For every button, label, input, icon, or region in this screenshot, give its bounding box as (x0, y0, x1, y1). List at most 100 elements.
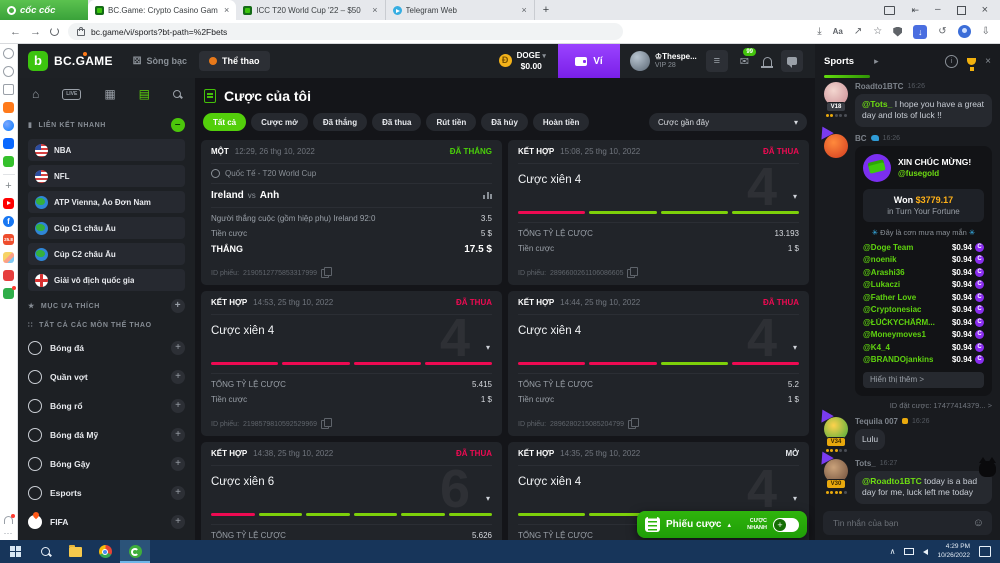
file-explorer[interactable] (60, 540, 90, 563)
share-icon[interactable]: ↗ (854, 26, 862, 37)
url-field[interactable]: bc.game/vi/sports?bt-path=%2Fbets (68, 23, 623, 40)
translate-icon[interactable]: Aa (833, 27, 843, 36)
maximize-button[interactable] (957, 6, 966, 15)
tab-close-icon[interactable]: × (522, 5, 527, 15)
chat-username[interactable]: Tequila 007 (855, 417, 898, 426)
winner-username[interactable]: @noenik (863, 255, 897, 264)
facebook-icon[interactable]: f (3, 216, 14, 227)
sport-item[interactable]: FIFA + (28, 510, 185, 534)
taskbar-search[interactable] (30, 540, 60, 563)
games-icon[interactable] (3, 156, 14, 167)
reload-button[interactable] (50, 27, 59, 36)
new-tab-button[interactable]: + (543, 4, 549, 16)
expand-caret-icon[interactable]: ▾ (486, 494, 490, 503)
brand-name[interactable]: BC.GAME (54, 54, 113, 68)
sync-icon[interactable]: ↺ (938, 26, 946, 37)
expand-sport-button[interactable]: + (171, 341, 185, 355)
capture-icon[interactable] (884, 6, 895, 15)
minimize-button[interactable]: – (935, 7, 941, 13)
stats-icon[interactable] (483, 192, 492, 199)
winner-username[interactable]: @Father Love (863, 293, 916, 302)
filter-pill[interactable]: Tất cả (203, 113, 246, 131)
zalo-icon[interactable] (3, 138, 14, 149)
winner-username[interactable]: @Cryptonesiac (863, 305, 921, 314)
expand-sport-button[interactable]: + (171, 370, 185, 384)
chat-room-label[interactable]: Sports (824, 56, 854, 67)
hot-trending-icon[interactable] (3, 102, 14, 113)
expand-sport-button[interactable]: + (171, 428, 185, 442)
winner-username[interactable]: @BRANDOjankins (863, 355, 933, 364)
quick-bet-toggle[interactable]: + (773, 518, 799, 532)
sport-item[interactable]: Quần vợt + (28, 365, 185, 389)
betslip-button[interactable]: Phiếu cược ▴ CƯỢC NHANH + (637, 511, 807, 538)
sort-dropdown[interactable]: Cược gần đây ▾ (649, 113, 807, 131)
chevron-right-icon[interactable]: ▸ (874, 56, 879, 67)
collapse-button[interactable]: – (171, 118, 185, 132)
bookmark-star-icon[interactable]: ☆ (873, 26, 882, 37)
messenger-icon[interactable] (3, 120, 14, 131)
tab-close-icon[interactable]: × (372, 5, 377, 15)
expand-sport-button[interactable]: + (171, 486, 185, 500)
sport-item[interactable]: Bóng rổ + (28, 394, 185, 418)
downloads-tray-icon[interactable]: ⇩ (982, 26, 990, 37)
newsfeed-icon[interactable] (3, 84, 14, 95)
chat-username[interactable]: Tots_ (855, 459, 876, 468)
home-icon[interactable]: ⌂ (32, 88, 39, 100)
tab-bcgame[interactable]: BC.Game: Crypto Casino Gam × (88, 0, 236, 20)
expand-caret-icon[interactable]: ▾ (793, 192, 797, 201)
mention[interactable]: @Tots_ (862, 99, 892, 109)
volume-icon[interactable] (923, 549, 928, 555)
quick-link-item[interactable]: ATP Vienna, Áo Đơn Nam (28, 191, 185, 213)
coccoc-brand[interactable]: cốc cốc (0, 0, 88, 20)
calendar-icon[interactable]: ▦ (104, 88, 115, 100)
quick-link-item[interactable]: Cúp C1 châu Âu (28, 217, 185, 239)
winner-username[interactable]: @Moneymoves1 (863, 330, 926, 339)
expand-sport-button[interactable]: + (171, 515, 185, 529)
notifications-icon[interactable] (763, 57, 772, 66)
account-widget[interactable]: ♔Thespe... VIP 28 (630, 51, 697, 71)
chat-username[interactable]: Roadto1BTC (855, 82, 903, 91)
save-page-icon[interactable]: ⤓ (817, 26, 821, 37)
nav-sports[interactable]: Thể thao (199, 51, 270, 71)
sport-item[interactable]: Bóng đá + (28, 336, 185, 360)
inbox-mail-icon[interactable]: ✉ 99 (740, 55, 749, 68)
green-app-icon[interactable] (3, 288, 14, 299)
bcgame-logo[interactable]: b (28, 51, 48, 71)
tab-close-icon[interactable]: × (224, 5, 229, 15)
back-button[interactable]: ← (10, 26, 21, 38)
menu-icon[interactable]: ≡ (706, 50, 728, 72)
tray-expand-icon[interactable]: ∧ (890, 547, 896, 556)
bet-card-parlay[interactable]: KẾT HỢP 15:08, 25 thg 10, 2022 ĐÃ THUA C… (508, 140, 809, 285)
wallet-button[interactable]: Ví (558, 44, 620, 78)
show-more-button[interactable]: Hiển thị thêm > (863, 372, 984, 388)
forward-button[interactable]: → (30, 26, 41, 38)
quick-link-item[interactable]: NFL (28, 165, 185, 187)
quick-link-item[interactable]: Giải vô địch quốc gia (28, 269, 185, 291)
expand-caret-icon[interactable]: ▾ (486, 343, 490, 352)
quick-link-item[interactable]: NBA (28, 139, 185, 161)
sport-item[interactable]: Esports + (28, 481, 185, 505)
copy-icon[interactable] (321, 269, 329, 278)
bet-card-single[interactable]: MỘT 12:29, 26 thg 10, 2022 ĐÃ THẮNG Quốc… (201, 140, 502, 285)
winner-username[interactable]: @ŁÚČKYCHÄŘM... (863, 318, 935, 327)
winner-username[interactable]: @K4_4 (863, 343, 890, 352)
my-bets-icon[interactable]: ▤ (139, 88, 150, 100)
chat-username[interactable]: BC (855, 134, 867, 143)
history-clock-icon[interactable] (3, 66, 14, 77)
copy-icon[interactable] (321, 420, 329, 429)
action-center-icon[interactable] (979, 546, 991, 557)
chat-input[interactable] (831, 517, 967, 529)
coccoc-app[interactable] (120, 540, 150, 563)
info-icon[interactable]: i (945, 55, 958, 68)
network-icon[interactable] (904, 548, 914, 555)
more-options-icon[interactable]: ⋯ (4, 531, 14, 536)
settings-gear-icon[interactable] (3, 48, 14, 59)
sport-item[interactable]: Bóng Gậy + (28, 452, 185, 476)
login-arrow-icon[interactable]: ⇤ (911, 5, 919, 16)
winner-username[interactable]: @Arashi36 (863, 268, 905, 277)
filter-pill[interactable]: Cược mở (251, 113, 308, 131)
nav-casino[interactable]: ⚄ Sòng bạc (133, 56, 187, 67)
add-shortcut-icon[interactable]: + (5, 182, 11, 191)
trophy-icon[interactable] (967, 58, 976, 65)
sale-badge-icon[interactable]: 25.8 (3, 234, 14, 245)
